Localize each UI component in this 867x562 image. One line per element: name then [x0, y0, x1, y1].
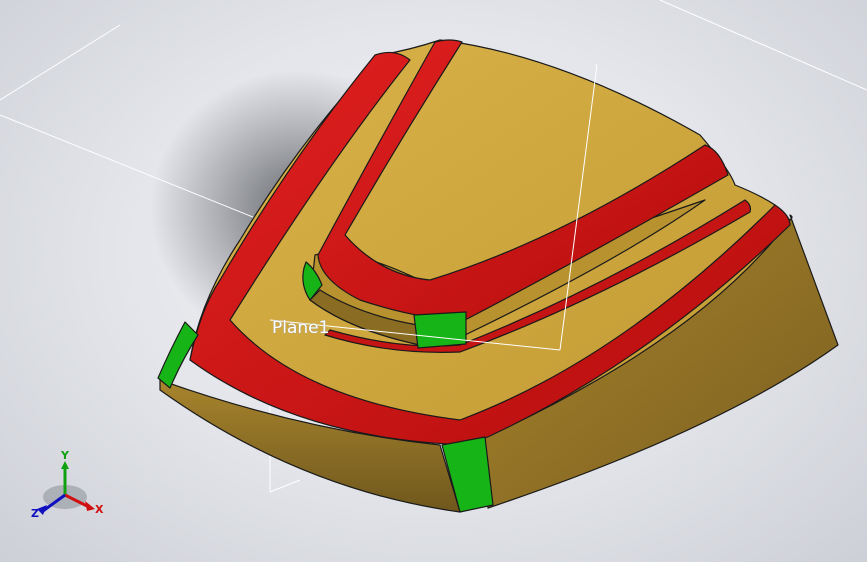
triad-x-label: X: [95, 503, 104, 516]
triad-y-label: Y: [60, 449, 70, 462]
view-triad[interactable]: Y X Z: [31, 449, 104, 520]
plane1-label[interactable]: Plane1: [272, 318, 330, 339]
triad-x-arrow: [85, 501, 95, 511]
triad-y-arrow: [61, 461, 69, 469]
triad-z-label: Z: [31, 507, 39, 520]
graphics-viewport[interactable]: Plane1 Y X Z: [0, 0, 867, 562]
green-fillet-inner[interactable]: [413, 311, 467, 349]
part-scene[interactable]: Plane1 Y X Z: [0, 0, 867, 562]
